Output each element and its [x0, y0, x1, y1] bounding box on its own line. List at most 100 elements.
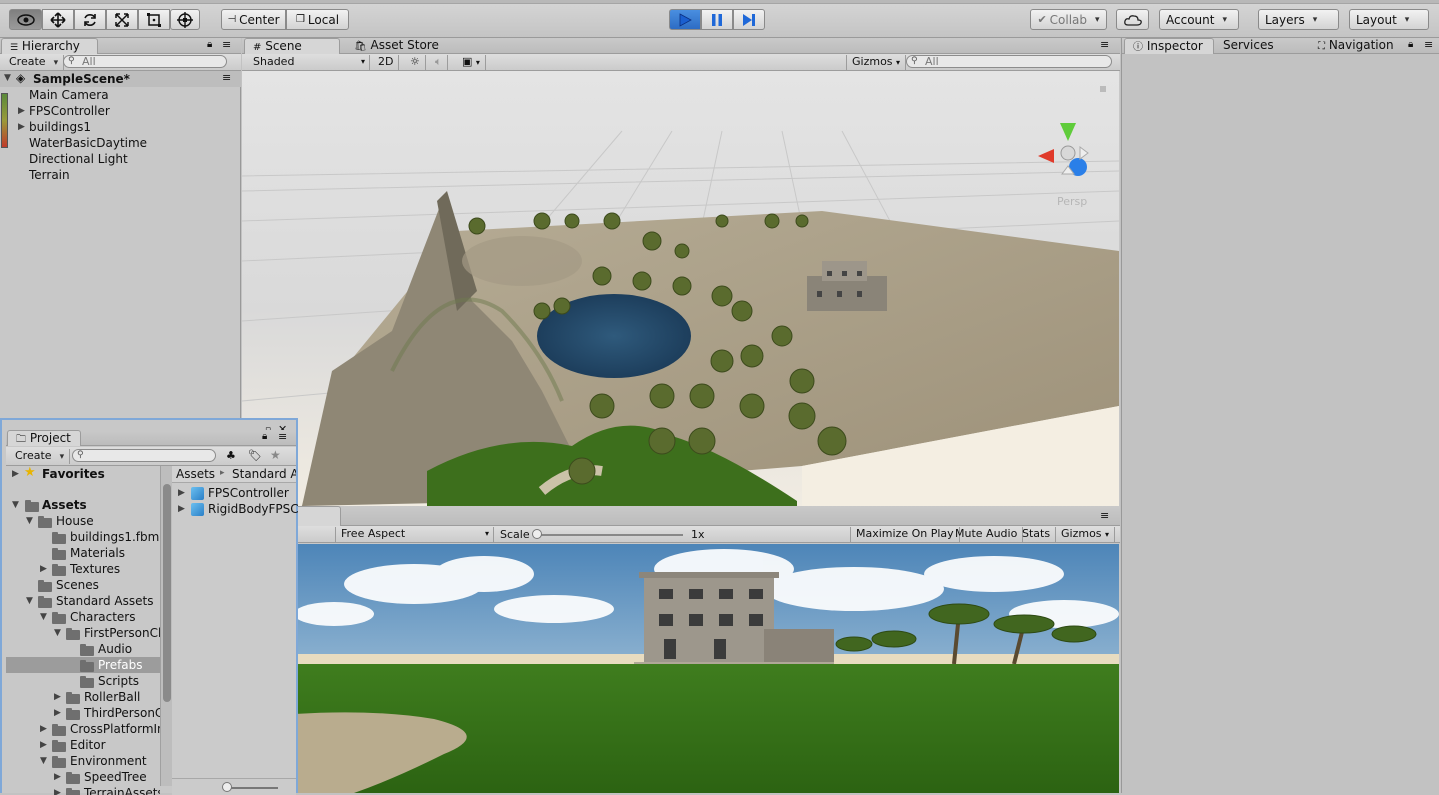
prefab-arrow-icon[interactable]: ▶: [178, 501, 185, 517]
tab-scene[interactable]: # Scene: [244, 38, 340, 54]
project-folder-row[interactable]: ▶ Editor: [6, 737, 160, 753]
folder-arrow-icon[interactable]: ▶: [40, 737, 47, 753]
game-panel-menu-icon[interactable]: ≡: [1100, 509, 1109, 522]
scene-gizmos-dropdown[interactable]: Gizmos ▾: [846, 55, 907, 70]
project-folder-row[interactable]: Audio: [6, 641, 160, 657]
project-folder-row[interactable]: ▼ FirstPersonCh: [6, 625, 160, 641]
collab-dropdown[interactable]: ✔ Collab: [1030, 9, 1107, 30]
project-file-row[interactable]: ▶ RigidBodyFPSC: [172, 501, 299, 517]
tab-game[interactable]: [294, 506, 341, 526]
favorite-star-icon[interactable]: ★: [270, 448, 281, 462]
aspect-dropdown[interactable]: Free Aspect ▾: [335, 527, 494, 542]
tab-navigation[interactable]: ⛶ Navigation: [1310, 38, 1410, 54]
layers-dropdown[interactable]: Layers: [1258, 9, 1339, 30]
play-button[interactable]: [669, 9, 701, 30]
hierarchy-item[interactable]: ▶ FPSController: [0, 103, 241, 119]
scale-slider-thumb[interactable]: [532, 529, 542, 539]
project-folder-row[interactable]: Scripts: [6, 673, 160, 689]
folder-arrow-icon[interactable]: ▼: [26, 593, 33, 609]
filter-label-icon[interactable]: 🏷︎: [248, 449, 262, 462]
project-folder-row[interactable]: ▶ RollerBall: [6, 689, 160, 705]
transform-tool-button[interactable]: [170, 9, 200, 30]
hierarchy-item[interactable]: ▶ buildings1: [0, 119, 241, 135]
scene-viewport[interactable]: Persp: [242, 71, 1119, 506]
hierarchy-create-dropdown[interactable]: Create: [4, 55, 65, 70]
tab-services[interactable]: Services: [1215, 38, 1305, 54]
tree-scrollbar[interactable]: [160, 466, 172, 786]
folder-arrow-icon[interactable]: ▶: [54, 689, 61, 705]
hand-tool-button[interactable]: [9, 9, 42, 30]
hierarchy-item[interactable]: WaterBasicDaytime: [0, 135, 241, 151]
project-search-input[interactable]: ⚲: [72, 449, 216, 462]
project-folder-row[interactable]: ▶ TerrainAssets: [6, 785, 160, 795]
project-folder-row[interactable]: ▶ Textures: [6, 561, 160, 577]
perspective-label[interactable]: Persp: [1057, 195, 1087, 208]
account-dropdown[interactable]: Account: [1159, 9, 1239, 30]
scene-search-input[interactable]: ⚲ All: [906, 55, 1112, 68]
rotate-tool-button[interactable]: [74, 9, 106, 30]
pause-button[interactable]: [701, 9, 733, 30]
hierarchy-search-input[interactable]: ⚲ All: [63, 55, 227, 68]
2d-toggle-button[interactable]: 2D: [373, 55, 400, 70]
project-folder-row[interactable]: Scenes: [6, 577, 160, 593]
panel-menu-icon[interactable]: ≡: [222, 38, 231, 51]
maximize-on-play-toggle[interactable]: Maximize On Play: [850, 527, 960, 542]
project-folder-row[interactable]: buildings1.fbm: [6, 529, 160, 545]
lighting-toggle-button[interactable]: ☼: [405, 55, 426, 70]
scene-menu-icon[interactable]: ≡: [222, 71, 231, 84]
shading-mode-dropdown[interactable]: Shaded ▾: [248, 55, 370, 70]
hierarchy-item[interactable]: Terrain: [0, 167, 241, 183]
assets-arrow-icon[interactable]: ▼: [12, 497, 19, 513]
folder-arrow-icon[interactable]: ▶: [40, 721, 47, 737]
project-create-dropdown[interactable]: Create: [10, 449, 71, 464]
tab-asset-store[interactable]: 🛍︎ Asset Store: [346, 38, 446, 54]
folder-arrow-icon[interactable]: ▶: [40, 561, 47, 577]
pivot-local-button[interactable]: ❒ Local: [286, 9, 349, 30]
cloud-button[interactable]: [1116, 9, 1149, 30]
tab-inspector[interactable]: ⓘ Inspector: [1124, 38, 1214, 54]
hierarchy-item[interactable]: Main Camera: [0, 87, 241, 103]
prefab-arrow-icon[interactable]: ▶: [178, 485, 185, 501]
pivot-center-button[interactable]: ⊣ Center: [221, 9, 286, 30]
icon-size-slider-track[interactable]: [224, 787, 278, 789]
folder-arrow-icon[interactable]: ▼: [26, 513, 33, 529]
lock-icon[interactable]: 🔒︎: [207, 39, 212, 50]
project-folder-row[interactable]: ▼ Standard Assets: [6, 593, 160, 609]
tree-scrollbar-thumb[interactable]: [163, 484, 171, 702]
mute-audio-toggle[interactable]: Mute Audio: [950, 527, 1024, 542]
expand-arrow-icon[interactable]: ▶: [18, 103, 25, 119]
project-folder-row[interactable]: ▶ SpeedTree: [6, 769, 160, 785]
tab-hierarchy[interactable]: ☰ Hierarchy: [1, 38, 98, 54]
project-lock-icon[interactable]: 🔒︎: [262, 431, 267, 442]
folder-arrow-icon[interactable]: ▶: [54, 705, 61, 721]
icon-size-slider-thumb[interactable]: [222, 782, 232, 792]
folder-arrow-icon[interactable]: ▶: [54, 769, 61, 785]
game-viewport[interactable]: [294, 544, 1119, 793]
filter-type-icon[interactable]: ♣: [226, 449, 236, 462]
favorites-arrow-icon[interactable]: ▶: [12, 466, 19, 482]
scale-tool-button[interactable]: [106, 9, 138, 30]
project-folder-row[interactable]: ▼ House: [6, 513, 160, 529]
tab-project[interactable]: 🗀 Project: [7, 430, 81, 446]
folder-arrow-icon[interactable]: ▼: [40, 609, 47, 625]
folder-arrow-icon[interactable]: ▼: [54, 625, 61, 641]
inspector-menu-icon[interactable]: ≡: [1424, 38, 1433, 51]
project-folder-row[interactable]: Prefabs: [6, 657, 160, 673]
project-folder-row[interactable]: ▶ CrossPlatformIn: [6, 721, 160, 737]
assets-row[interactable]: ▼ Assets: [6, 497, 160, 513]
stats-toggle[interactable]: Stats: [1017, 527, 1057, 542]
expand-arrow-icon[interactable]: ▶: [18, 119, 25, 135]
project-folder-row[interactable]: ▼ Environment: [6, 753, 160, 769]
scene-panel-menu-icon[interactable]: ≡: [1100, 38, 1109, 51]
project-menu-icon[interactable]: ≡: [278, 430, 287, 443]
game-gizmos-dropdown[interactable]: Gizmos ▾: [1056, 527, 1116, 542]
layout-dropdown[interactable]: Layout: [1349, 9, 1429, 30]
breadcrumb-standard-assets[interactable]: Standard A: [232, 467, 296, 481]
breadcrumb-assets[interactable]: Assets: [176, 467, 215, 481]
project-folder-row[interactable]: ▼ Characters: [6, 609, 160, 625]
audio-toggle-button[interactable]: 🔈︎: [430, 55, 448, 70]
hierarchy-item[interactable]: Directional Light: [0, 151, 241, 167]
inspector-lock-icon[interactable]: 🔒︎: [1408, 39, 1413, 50]
scale-slider-track[interactable]: [535, 534, 683, 536]
effects-dropdown[interactable]: ▣ ▾: [457, 55, 486, 70]
